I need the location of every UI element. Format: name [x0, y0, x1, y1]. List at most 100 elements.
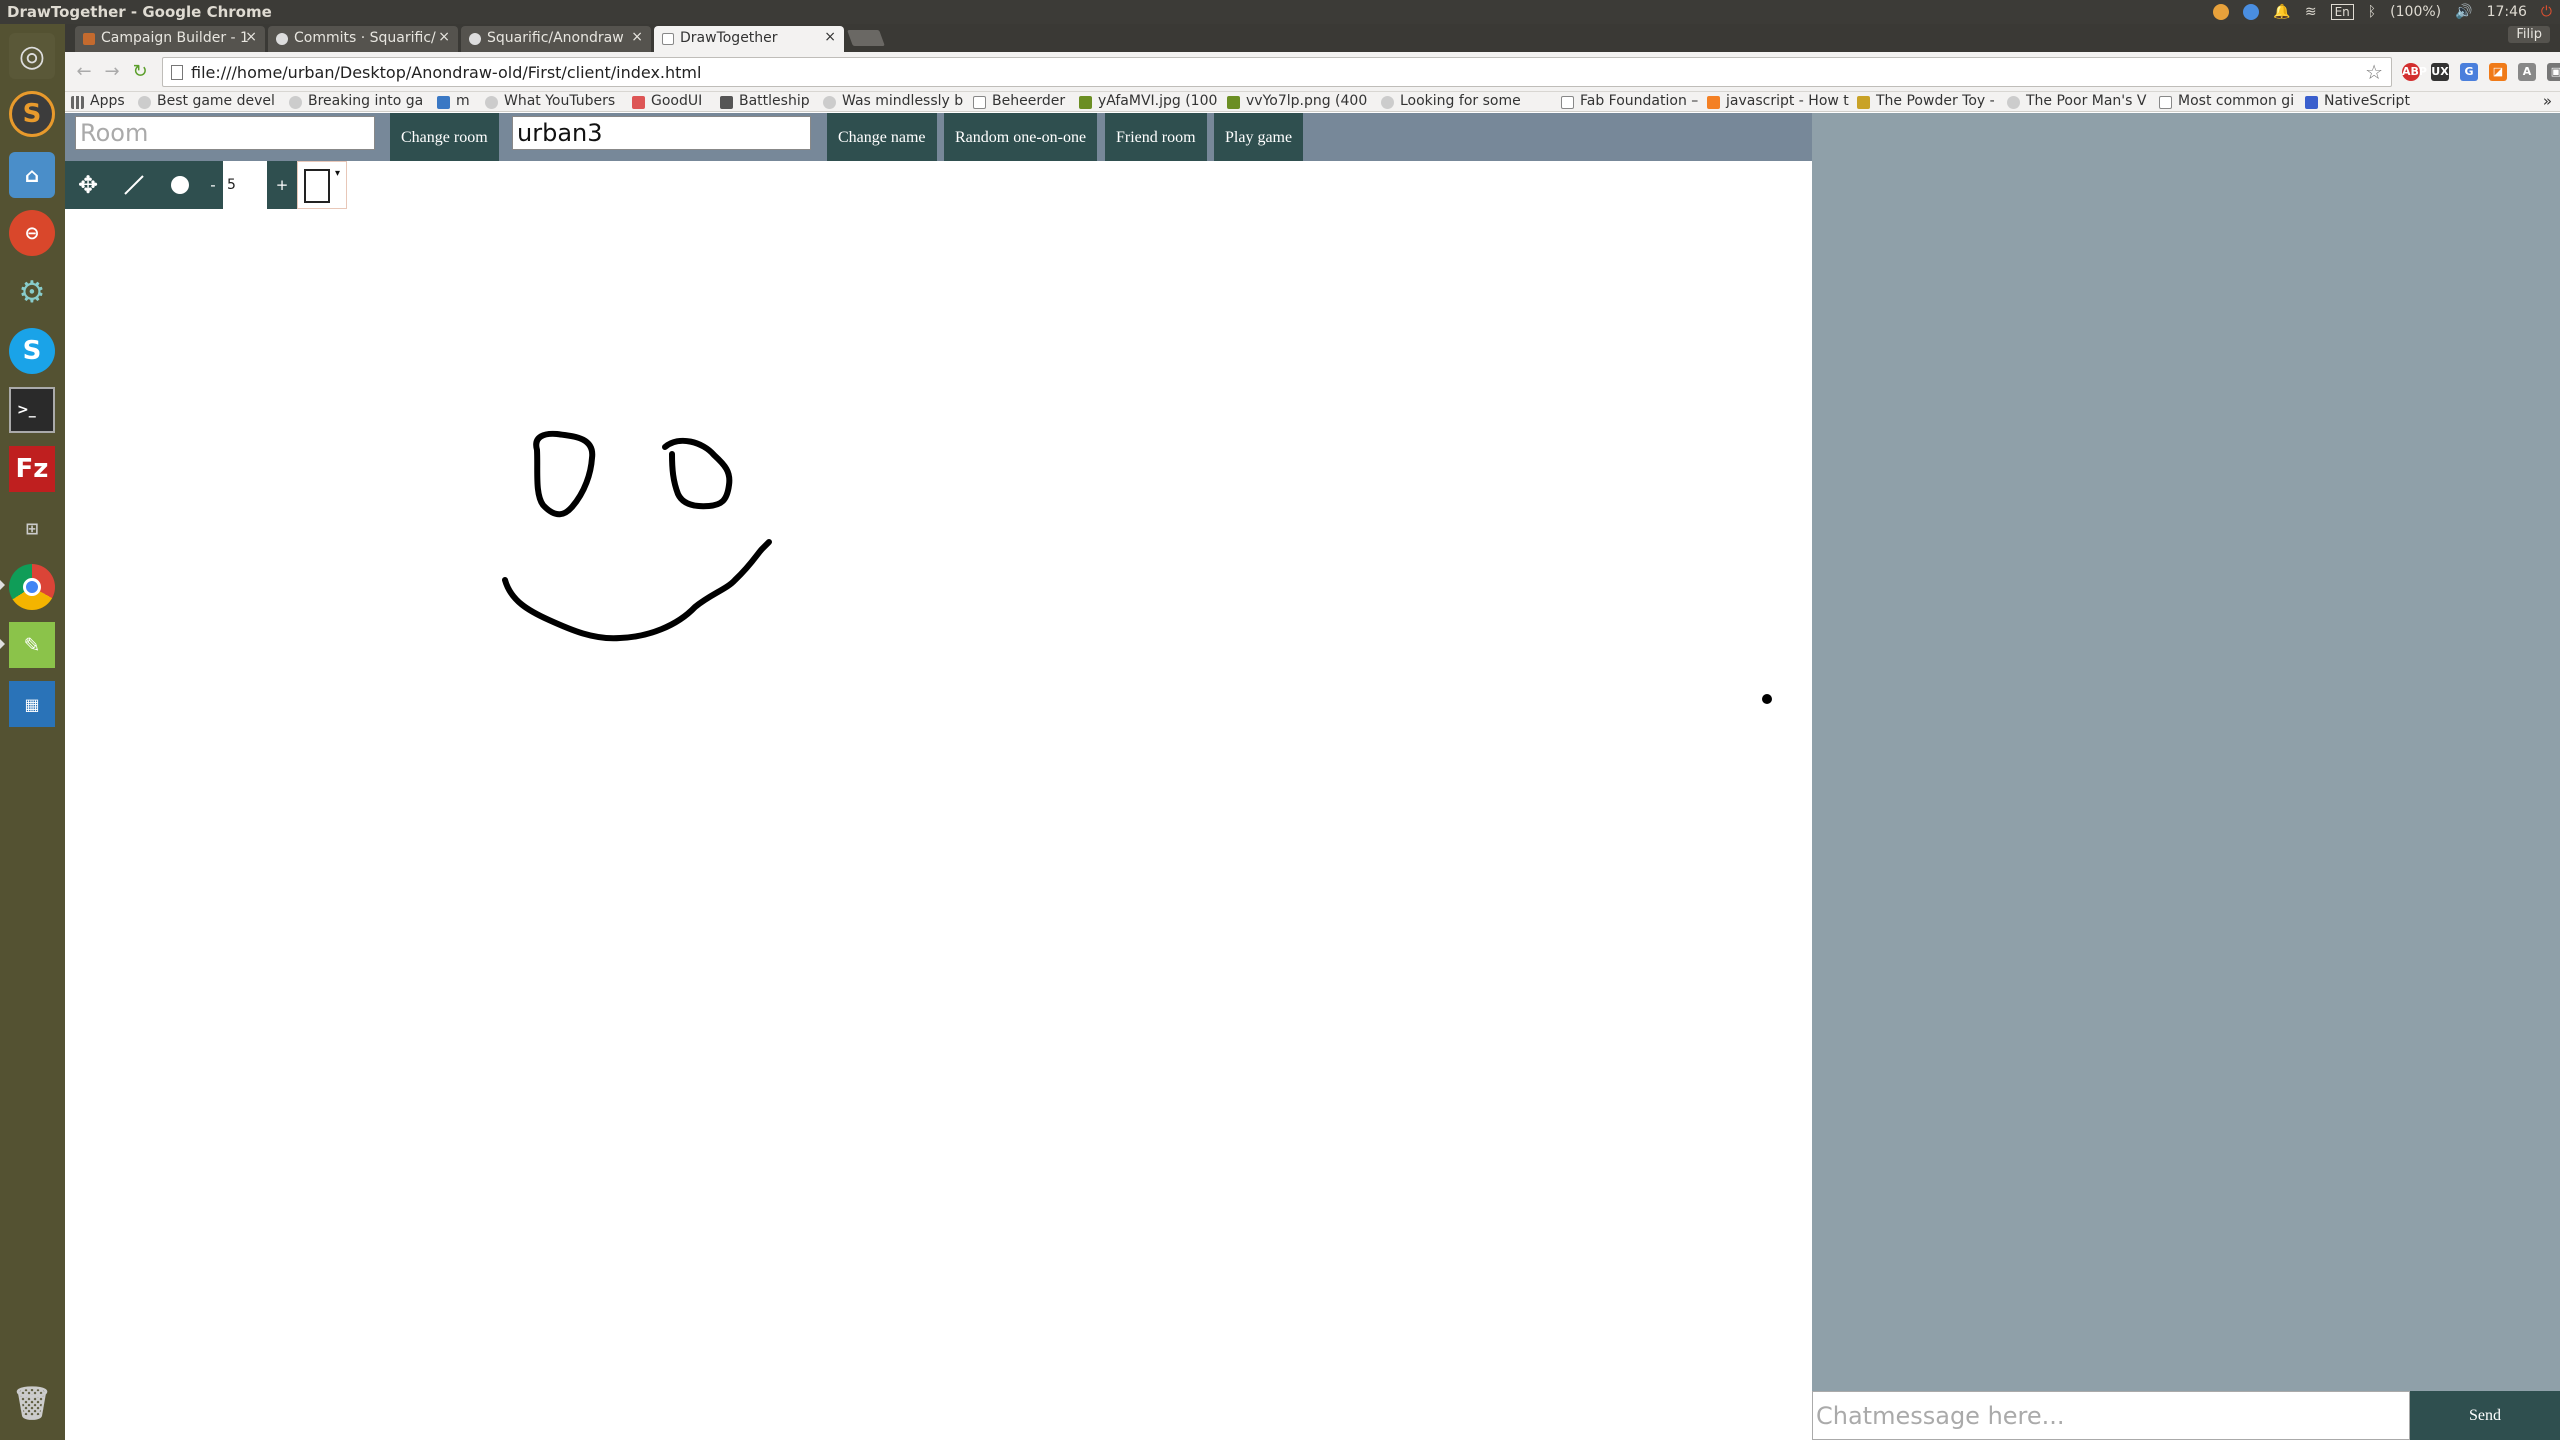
- clock[interactable]: 17:46: [2487, 4, 2527, 20]
- screenshot-extension-icon[interactable]: ▣: [2547, 63, 2560, 81]
- battery-indicator[interactable]: (100%): [2390, 4, 2441, 20]
- power-icon[interactable]: ⏻: [2541, 4, 2552, 20]
- volume-icon[interactable]: 🔊: [2455, 4, 2472, 20]
- text-editor-icon: ✎: [9, 622, 55, 668]
- profile-button[interactable]: Filip: [2508, 26, 2550, 43]
- send-button[interactable]: Send: [2410, 1391, 2560, 1440]
- line-tool-icon[interactable]: [111, 161, 157, 209]
- launcher-item[interactable]: S: [9, 91, 55, 137]
- size-decrease-button[interactable]: -: [203, 161, 223, 209]
- drawn-left-eye-stroke: [533, 430, 596, 518]
- ux-extension-icon[interactable]: UX: [2431, 63, 2449, 81]
- reddit-icon: [2007, 96, 2020, 109]
- launcher-item[interactable]: >_: [9, 387, 55, 433]
- back-arrow-icon[interactable]: ←: [74, 62, 94, 82]
- bookmark-item[interactable]: Beheerder: [973, 93, 1073, 109]
- browser-tab[interactable]: Squarific/Anondraw ×: [461, 26, 651, 52]
- bookmark-item[interactable]: NativeScript: [2305, 93, 2445, 109]
- nativescript-icon: [2305, 96, 2318, 109]
- bookmarks-overflow-button[interactable]: »: [2543, 92, 2552, 110]
- reload-icon[interactable]: ↻: [130, 62, 150, 82]
- translate-extension-icon[interactable]: G: [2460, 63, 2478, 81]
- app-top-bar: Change room Change name Random one-on-on…: [65, 113, 1812, 161]
- friend-room-button[interactable]: Friend room: [1105, 113, 1207, 161]
- bookmark-label: Battleship: [739, 93, 810, 109]
- launcher-trash[interactable]: 🗑: [9, 1380, 55, 1426]
- launcher-item[interactable]: ▦: [9, 681, 55, 727]
- forward-arrow-icon[interactable]: →: [102, 62, 122, 82]
- dash-home-button[interactable]: ◎: [9, 33, 55, 79]
- room-input[interactable]: [75, 116, 375, 150]
- unity-launcher: ◎ S ⌂ ⊖ ⚙ S >_ Fz ⊞ ✎ ▦ 🗑: [0, 24, 65, 1440]
- bookmark-item[interactable]: Was mindlessly b: [823, 93, 965, 109]
- address-bar[interactable]: file:///home/urban/Desktop/Anondraw-old/…: [162, 57, 2392, 87]
- bookmark-item[interactable]: Battleship: [720, 93, 820, 109]
- play-game-button[interactable]: Play game: [1214, 113, 1304, 161]
- url-text[interactable]: file:///home/urban/Desktop/Anondraw-old/…: [191, 63, 701, 82]
- sublime-s-icon: S: [9, 91, 55, 137]
- chat-message-input[interactable]: [1812, 1391, 2410, 1440]
- change-name-button[interactable]: Change name: [827, 113, 937, 161]
- brush-size-input[interactable]: [223, 161, 267, 209]
- browser-tab[interactable]: Commits · Squarific/ ×: [268, 26, 458, 52]
- bookmark-item[interactable]: The Poor Man's V: [2007, 93, 2152, 109]
- drawing-canvas[interactable]: [65, 209, 1812, 1440]
- os-top-panel: DrawTogether - Google Chrome 🔔 ≋ En ᛒ (1…: [0, 0, 2560, 24]
- close-icon[interactable]: ×: [438, 29, 450, 45]
- bookmark-item[interactable]: Looking for some: [1381, 93, 1531, 109]
- new-tab-button[interactable]: [847, 30, 885, 46]
- tab-label: DrawTogether: [680, 30, 778, 46]
- launcher-item[interactable]: ⌂: [9, 152, 55, 198]
- browser-tab[interactable]: Campaign Builder - 1 ×: [75, 26, 265, 52]
- drawn-smile-stroke: [502, 539, 772, 642]
- wifi-icon[interactable]: ≋: [2305, 4, 2317, 20]
- bookmark-item[interactable]: vvYo7lp.png (400: [1227, 93, 1367, 109]
- name-input[interactable]: [512, 116, 811, 150]
- launcher-item[interactable]: ⚙: [9, 269, 55, 315]
- launcher-item[interactable]: S: [9, 328, 55, 374]
- close-icon[interactable]: ×: [824, 29, 836, 45]
- keyboard-layout-indicator[interactable]: En: [2330, 4, 2354, 20]
- bookmark-item[interactable]: What YouTubers: [485, 93, 615, 109]
- bookmark-item[interactable]: Best game devel: [138, 93, 278, 109]
- random-one-on-one-button[interactable]: Random one-on-one: [944, 113, 1098, 161]
- chrome-tray-icon[interactable]: [2243, 4, 2260, 20]
- reddit-icon: [138, 96, 151, 109]
- color-swatch: [304, 169, 330, 203]
- bookmark-item[interactable]: GoodUI: [632, 93, 712, 109]
- bookmark-item[interactable]: m: [437, 93, 481, 109]
- change-room-button[interactable]: Change room: [390, 113, 499, 161]
- bookmark-item[interactable]: Fab Foundation –: [1561, 93, 1701, 109]
- workspace-switcher-icon: ⊞: [25, 518, 39, 538]
- bookmark-item[interactable]: javascript - How t: [1707, 93, 1852, 109]
- color-picker[interactable]: ▾: [297, 161, 347, 209]
- launcher-item[interactable]: ⊞: [9, 505, 55, 551]
- software-center-icon: ⊖: [9, 210, 55, 256]
- angular-extension-icon[interactable]: A: [2518, 63, 2536, 81]
- bookmark-label: Looking for some: [1400, 93, 1521, 109]
- bookmark-label: NativeScript: [2324, 93, 2410, 109]
- bookmark-item[interactable]: yAfaMVI.jpg (100: [1079, 93, 1219, 109]
- close-icon[interactable]: ×: [631, 29, 643, 45]
- browser-tab-active[interactable]: DrawTogether ×: [654, 26, 844, 52]
- drawtogether-app: Change room Change name Random one-on-on…: [65, 113, 2560, 1440]
- size-increase-button[interactable]: +: [267, 161, 297, 209]
- launcher-item[interactable]: Fz: [9, 446, 55, 492]
- launcher-item-chrome[interactable]: [9, 564, 55, 610]
- brush-circle-icon[interactable]: [157, 161, 203, 209]
- launcher-item[interactable]: ⊖: [9, 210, 55, 256]
- bookmark-item[interactable]: Apps: [71, 93, 131, 109]
- bookmark-item[interactable]: The Powder Toy -: [1857, 93, 2002, 109]
- notification-bell-icon[interactable]: 🔔: [2273, 4, 2290, 20]
- firefox-tray-icon[interactable]: [2213, 4, 2230, 20]
- bluetooth-icon[interactable]: ᛒ: [2368, 4, 2376, 20]
- bookmark-item[interactable]: Breaking into ga: [289, 93, 429, 109]
- bookmark-star-icon[interactable]: ☆: [2365, 60, 2383, 84]
- move-arrows-icon[interactable]: ✥: [65, 161, 111, 209]
- bookmark-item[interactable]: Most common gi: [2159, 93, 2299, 109]
- launcher-item[interactable]: ✎: [9, 622, 55, 668]
- adblock-extension-icon[interactable]: ABP: [2402, 63, 2427, 81]
- bookmarks-bar: Apps Best game devel Breaking into ga m …: [65, 92, 2560, 112]
- rss-extension-icon[interactable]: ◪: [2489, 63, 2507, 81]
- close-icon[interactable]: ×: [245, 29, 257, 45]
